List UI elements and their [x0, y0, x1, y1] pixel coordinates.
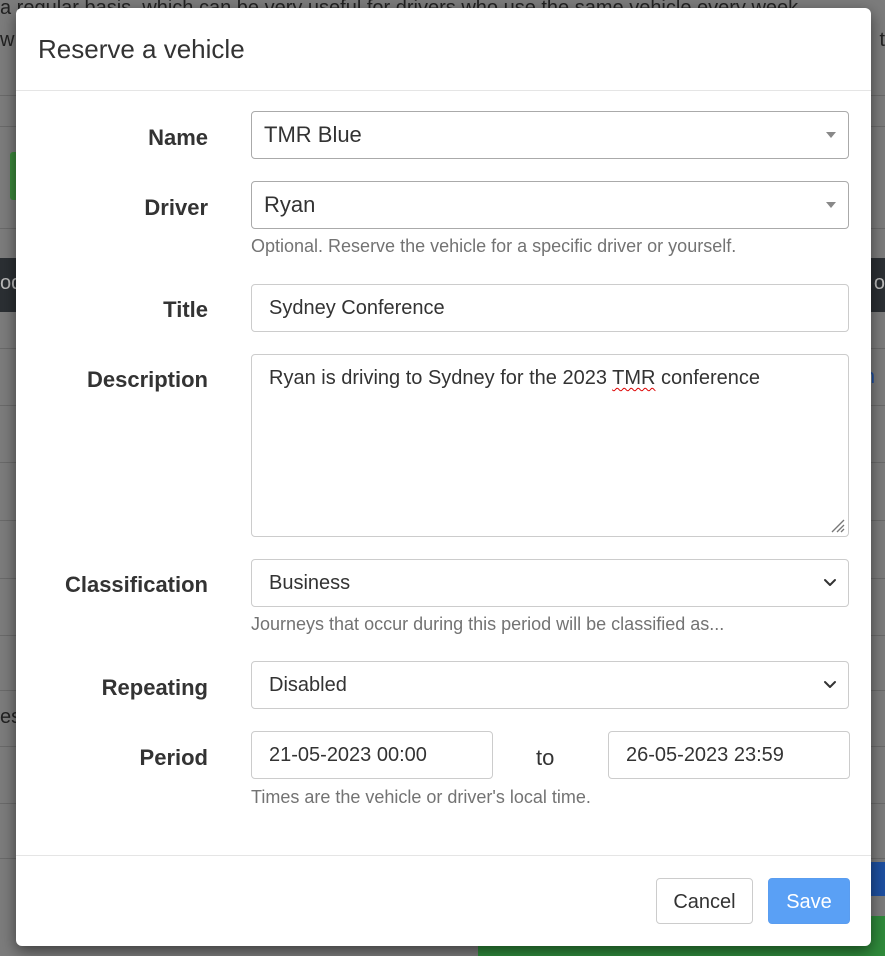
name-select-value: TMR Blue [264, 122, 362, 147]
reserve-vehicle-modal: Reserve a vehicle Name TMR Blue Driver R… [16, 8, 871, 946]
modal-title: Reserve a vehicle [38, 34, 245, 64]
classification-select[interactable]: Business [251, 559, 849, 607]
caret-down-icon [826, 132, 836, 138]
period-to-input[interactable]: 26-05-2023 23:59 [608, 731, 850, 779]
classification-label: Classification [64, 572, 208, 597]
name-select[interactable]: TMR Blue [251, 111, 849, 159]
chevron-down-icon [824, 579, 836, 586]
name-label: Name [148, 125, 208, 150]
repeating-select[interactable]: Disabled [251, 661, 849, 709]
description-label: Description [86, 367, 208, 392]
driver-help-text: Optional. Reserve the vehicle for a spec… [251, 236, 737, 256]
background-blue-button [871, 862, 885, 896]
caret-down-icon [826, 202, 836, 208]
title-label: Title [163, 297, 208, 322]
period-label: Period [139, 745, 208, 770]
description-text-misspelled: TMR [612, 367, 656, 389]
description-text-start: Ryan is driving to Sydney for the 2023 [269, 367, 613, 389]
background-line-2-left: w [0, 29, 15, 51]
modal-header: Reserve a vehicle [16, 8, 871, 91]
description-textarea[interactable]: Ryan is driving to Sydney for the 2023 T… [251, 354, 849, 537]
description-text-end: conference [655, 367, 761, 389]
repeating-label: Repeating [101, 675, 208, 700]
driver-select[interactable]: Ryan [251, 181, 849, 229]
repeating-select-value: Disabled [269, 674, 347, 696]
save-button[interactable]: Save [768, 878, 850, 924]
classification-help-text: Journeys that occur during this period w… [251, 614, 725, 634]
period-from-input[interactable]: 21-05-2023 00:00 [251, 731, 493, 779]
period-to-label: to [536, 745, 555, 770]
driver-select-value: Ryan [264, 192, 316, 217]
chevron-down-icon [824, 681, 836, 688]
cancel-button[interactable]: Cancel [656, 878, 753, 924]
classification-select-value: Business [269, 572, 351, 594]
driver-label: Driver [144, 195, 208, 220]
title-input[interactable]: Sydney Conference [251, 284, 849, 332]
resize-handle-icon[interactable] [828, 516, 846, 534]
background-line-2-right: t [879, 29, 885, 51]
period-help-text: Times are the vehicle or driver's local … [251, 787, 591, 807]
